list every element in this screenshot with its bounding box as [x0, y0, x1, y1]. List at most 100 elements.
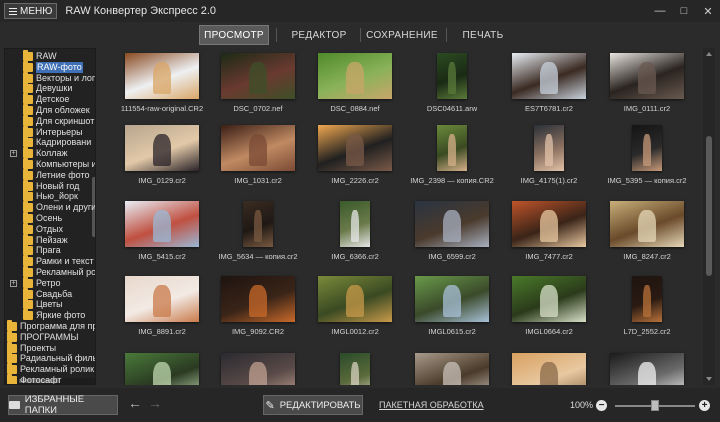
folder-item[interactable]: Отдых	[23, 222, 63, 235]
folder-item[interactable]: Новый год	[23, 179, 79, 192]
photo-thumbnail[interactable]	[632, 125, 662, 171]
folder-item[interactable]: Коллаж	[23, 147, 68, 159]
back-arrow-icon[interactable]: ←	[128, 395, 142, 411]
menu-button[interactable]: МЕНЮ	[4, 3, 58, 19]
photo-thumbnail[interactable]	[243, 201, 273, 247]
expand-icon[interactable]: +	[10, 279, 17, 287]
photo-thumbnail[interactable]	[221, 125, 295, 171]
folder-item[interactable]: Нью_йорк	[23, 190, 78, 202]
folder-item[interactable]: Компьютеры и	[23, 158, 95, 170]
photo-thumbnail-tile[interactable]: ES7T6781.cr2	[501, 51, 597, 126]
photo-thumbnail[interactable]	[221, 276, 295, 322]
photo-thumbnail-tile[interactable]: DSC04611.arw	[404, 51, 500, 126]
photo-thumbnail-tile[interactable]	[599, 351, 695, 385]
photo-thumbnail-tile[interactable]	[501, 351, 597, 385]
photo-thumbnail-tile[interactable]: IMG_0111.cr2	[599, 51, 695, 126]
photo-thumbnail[interactable]	[125, 276, 199, 322]
photo-thumbnail-tile[interactable]: IMG_6366.cr2	[307, 199, 403, 274]
folder-item[interactable]: Ретро	[23, 276, 60, 289]
folder-item[interactable]: Проекты	[7, 341, 56, 354]
favorite-folders-button[interactable]: ИЗБРАННЫЕ ПАПКИ	[8, 394, 118, 416]
folder-item[interactable]: Интерьеры	[23, 125, 83, 138]
photo-thumbnail[interactable]	[512, 53, 586, 99]
folder-item[interactable]: Пейзаж	[23, 233, 68, 246]
scroll-thumb[interactable]	[706, 136, 712, 276]
close-icon[interactable]: ✕	[696, 0, 720, 22]
photo-thumbnail[interactable]	[125, 53, 199, 99]
folder-item[interactable]: Рекламный ролик	[7, 363, 94, 375]
thumbnail-grid-scrollbar[interactable]	[703, 48, 715, 385]
expand-icon[interactable]: +	[10, 150, 17, 158]
photo-thumbnail-tile[interactable]: 111554-raw-original.CR2	[114, 51, 210, 126]
photo-thumbnail[interactable]	[125, 125, 199, 171]
folder-item[interactable]: Девушки	[23, 82, 72, 94]
photo-thumbnail[interactable]	[437, 53, 467, 99]
photo-thumbnail-tile[interactable]: IMG_1031.cr2	[210, 123, 306, 198]
photo-thumbnail-tile[interactable]: IMG_2398 — копия.CR2	[404, 123, 500, 198]
photo-thumbnail-tile[interactable]: DSC_0884.nef	[307, 51, 403, 126]
photo-thumbnail[interactable]	[318, 276, 392, 322]
photo-thumbnail[interactable]	[318, 125, 392, 171]
photo-thumbnail-tile[interactable]: IMG_7477.cr2	[501, 199, 597, 274]
edit-button[interactable]: ✎ РЕДАКТИРОВАТЬ	[263, 395, 363, 415]
photo-thumbnail[interactable]	[415, 276, 489, 322]
photo-thumbnail-tile[interactable]	[114, 351, 210, 385]
forward-arrow-icon[interactable]: →	[148, 395, 162, 411]
photo-thumbnail[interactable]	[610, 201, 684, 247]
photo-thumbnail-tile[interactable]: IMG_0129.cr2	[114, 123, 210, 198]
folder-item[interactable]: Цветы	[23, 298, 63, 310]
photo-thumbnail[interactable]	[125, 201, 199, 247]
photo-thumbnail[interactable]	[632, 276, 662, 322]
folder-item[interactable]: Осень	[23, 212, 62, 224]
photo-thumbnail-tile[interactable]: L7D_2552.cr2	[599, 274, 695, 349]
folder-item[interactable]: Рамки и текст	[23, 255, 94, 267]
tab-editor[interactable]: РЕДАКТОР	[283, 25, 355, 45]
folder-item[interactable]: Детское	[23, 93, 69, 105]
folder-item[interactable]: Прага	[23, 244, 61, 256]
folder-item[interactable]: Кадрировани	[23, 136, 91, 148]
folder-item[interactable]: RAW	[23, 50, 57, 62]
tab-preview[interactable]: ПРОСМОТР	[199, 25, 269, 45]
photo-thumbnail[interactable]	[512, 201, 586, 247]
folder-item[interactable]: Рекламный ро	[23, 266, 95, 278]
zoom-out-icon[interactable]: −	[596, 400, 607, 411]
folder-item[interactable]: RAW-фото	[23, 60, 83, 73]
folder-item[interactable]: Для обложек	[23, 104, 90, 116]
tab-save[interactable]: СОХРАНЕНИЕ	[366, 25, 438, 45]
photo-thumbnail-tile[interactable]	[307, 351, 403, 385]
photo-thumbnail-tile[interactable]: IMG_6599.cr2	[404, 199, 500, 274]
photo-thumbnail[interactable]	[340, 201, 370, 247]
folder-item[interactable]: Олени и други	[23, 201, 95, 213]
folder-item[interactable]: Фотосафт	[7, 374, 62, 384]
minimize-icon[interactable]: —	[648, 0, 672, 22]
photo-thumbnail-tile[interactable]: IMG_4175(1).cr2	[501, 123, 597, 198]
photo-thumbnail[interactable]	[610, 53, 684, 99]
folder-item[interactable]: Векторы и лог	[23, 71, 95, 84]
folder-tree[interactable]: RAW RAW-фото Векторы и лог Девушки Детское Дл…	[4, 48, 96, 385]
photo-thumbnail-tile[interactable]: IMG_8247.cr2	[599, 199, 695, 274]
photo-thumbnail-tile[interactable]	[404, 351, 500, 385]
photo-thumbnail[interactable]	[610, 353, 684, 385]
photo-thumbnail-tile[interactable]	[210, 351, 306, 385]
batch-processing-link[interactable]: ПАКЕТНАЯ ОБРАБОТКА	[379, 400, 484, 410]
folder-item[interactable]: Для скриншот	[23, 114, 94, 127]
photo-thumbnail[interactable]	[221, 353, 295, 385]
photo-thumbnail[interactable]	[221, 53, 295, 99]
folder-item[interactable]: Свадьба	[23, 287, 72, 300]
photo-thumbnail-tile[interactable]: DSC_0702.nef	[210, 51, 306, 126]
scroll-up-icon[interactable]	[706, 52, 712, 56]
tab-print[interactable]: ПЕЧАТЬ	[452, 25, 514, 45]
zoom-slider-handle[interactable]	[651, 400, 659, 411]
photo-thumbnail[interactable]	[437, 125, 467, 171]
folder-item[interactable]: Радиальный фильт	[7, 352, 95, 364]
photo-thumbnail-tile[interactable]: IMG_5415.cr2	[114, 199, 210, 274]
photo-thumbnail-tile[interactable]: IMG_8891.cr2	[114, 274, 210, 349]
photo-thumbnail-tile[interactable]: IMGL0615.cr2	[404, 274, 500, 349]
folder-item[interactable]: Программа для про	[7, 320, 95, 332]
photo-thumbnail-tile[interactable]: IMG_2226.cr2	[307, 123, 403, 198]
photo-thumbnail-tile[interactable]: IMG_5634 — копия.cr2	[210, 199, 306, 274]
photo-thumbnail[interactable]	[415, 353, 489, 385]
photo-thumbnail-tile[interactable]: IMG_5395 — копия.cr2	[599, 123, 695, 198]
folder-item[interactable]: ПРОГРАММЫ	[7, 330, 79, 343]
folder-item[interactable]: Летние фото	[23, 168, 89, 181]
